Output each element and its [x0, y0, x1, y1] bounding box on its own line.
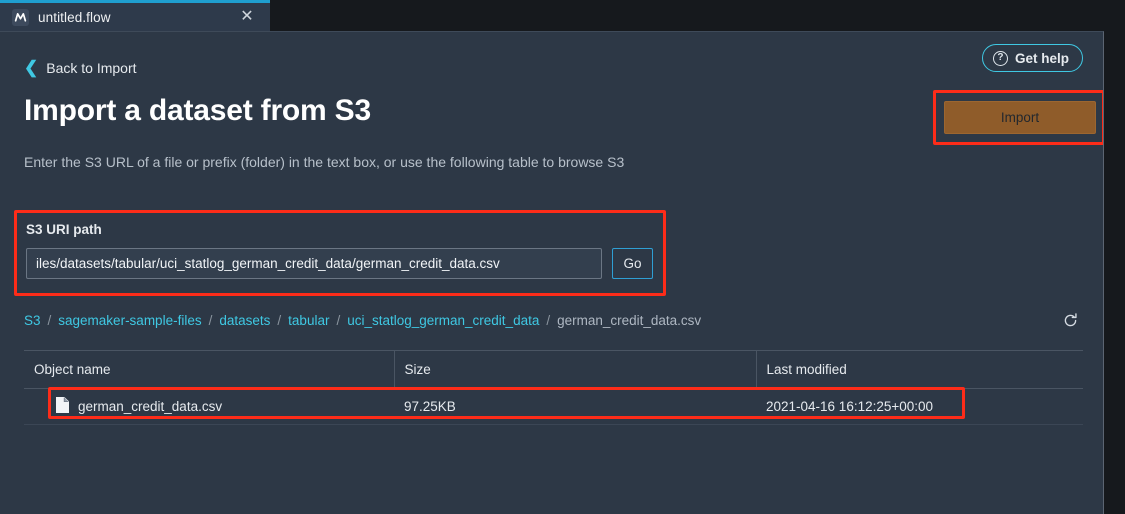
- chevron-left-icon: ❮: [24, 57, 39, 77]
- column-header-size: Size: [394, 350, 757, 389]
- back-to-import-link[interactable]: ❮ Back to Import: [24, 57, 137, 77]
- breadcrumb-separator: /: [336, 313, 341, 328]
- get-help-button[interactable]: ? Get help: [981, 44, 1083, 72]
- table-header-row: Object name Size Last modified: [24, 350, 1083, 389]
- tab-strip: untitled.flow ✕: [0, 0, 1125, 31]
- file-name-label: german_credit_data.csv: [78, 399, 223, 414]
- page-title: Import a dataset from S3: [24, 94, 371, 127]
- objects-table: Object name Size Last modified german_cr…: [24, 350, 1083, 425]
- go-button[interactable]: Go: [612, 248, 653, 279]
- cell-object-name: german_credit_data.csv: [24, 388, 394, 425]
- column-header-object-name: Object name: [24, 350, 395, 389]
- cell-size: 97.25KB: [394, 388, 756, 425]
- breadcrumb-item-s3[interactable]: S3: [24, 313, 41, 328]
- breadcrumb-separator: /: [546, 313, 551, 328]
- breadcrumb-item-uci-statlog-german-credit-data[interactable]: uci_statlog_german_credit_data: [347, 313, 539, 328]
- table-row[interactable]: german_credit_data.csv 97.25KB 2021-04-1…: [24, 388, 1083, 425]
- s3-uri-input[interactable]: [26, 248, 602, 279]
- breadcrumb: S3 / sagemaker-sample-files / datasets /…: [24, 313, 701, 328]
- back-to-import-label: Back to Import: [46, 60, 137, 76]
- cell-last-modified: 2021-04-16 16:12:25+00:00: [756, 388, 1083, 425]
- breadcrumb-separator: /: [47, 313, 52, 328]
- table-header: Object name Size Last modified: [24, 350, 1083, 389]
- page-subtitle: Enter the S3 URL of a file or prefix (fo…: [24, 154, 625, 170]
- breadcrumb-item-sagemaker-sample-files[interactable]: sagemaker-sample-files: [58, 313, 201, 328]
- s3-uri-path-label: S3 URI path: [26, 222, 102, 237]
- column-header-last-modified: Last modified: [756, 350, 1083, 389]
- breadcrumb-separator: /: [208, 313, 213, 328]
- tab-untitled-flow[interactable]: untitled.flow ✕: [0, 0, 270, 31]
- breadcrumb-item-tabular[interactable]: tabular: [288, 313, 329, 328]
- main-panel: ❮ Back to Import ? Get help Import a dat…: [0, 31, 1104, 514]
- import-button[interactable]: Import: [944, 101, 1096, 134]
- breadcrumb-separator: /: [277, 313, 282, 328]
- close-icon[interactable]: ✕: [236, 6, 258, 28]
- table-body: german_credit_data.csv 97.25KB 2021-04-1…: [24, 388, 1083, 425]
- breadcrumb-item-current: german_credit_data.csv: [557, 313, 702, 328]
- tab-title: untitled.flow: [38, 9, 111, 25]
- question-circle-icon: ?: [992, 50, 1008, 66]
- file-icon: [56, 397, 69, 416]
- breadcrumb-item-datasets[interactable]: datasets: [219, 313, 270, 328]
- refresh-icon[interactable]: [1059, 309, 1081, 331]
- get-help-label: Get help: [1014, 50, 1069, 66]
- flow-app-icon: [12, 8, 29, 26]
